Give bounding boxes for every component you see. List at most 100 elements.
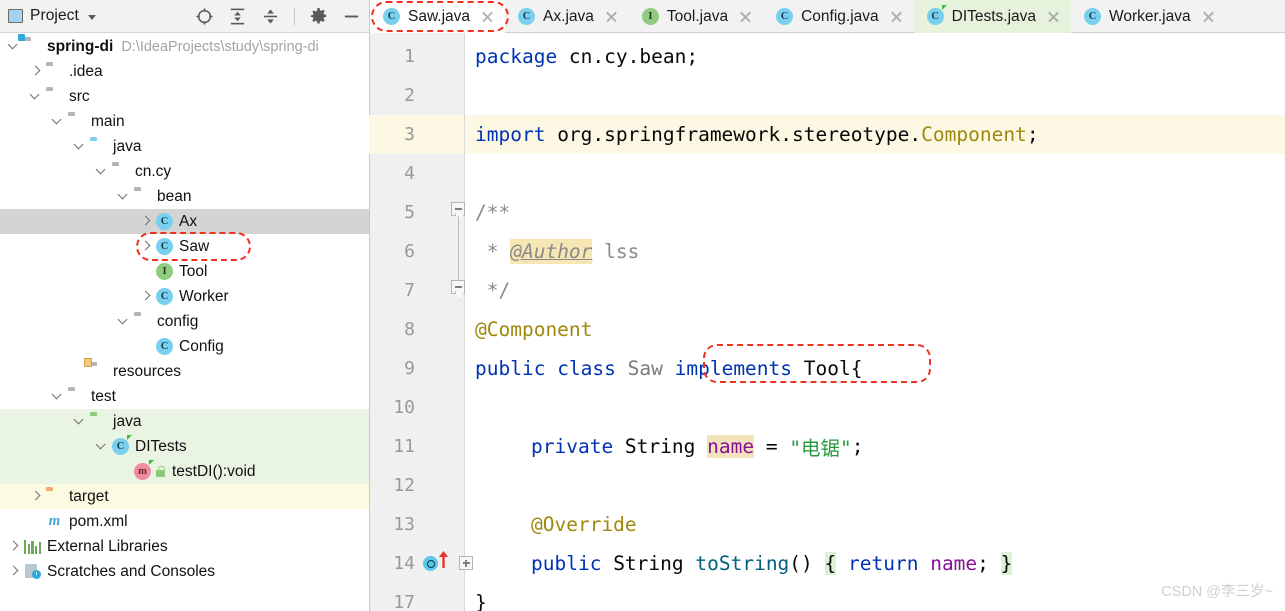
editor-tab-label: Worker.java xyxy=(1109,7,1191,25)
editor-tab-saw-java[interactable]: C Saw.java xyxy=(370,0,506,33)
imported-class: Component xyxy=(921,123,1027,146)
chevron-down-icon[interactable] xyxy=(74,416,85,427)
interface-name-tool: Tool xyxy=(803,357,851,380)
chevron-down-icon[interactable] xyxy=(96,441,107,452)
chevron-right-icon[interactable] xyxy=(140,216,151,227)
chevron-down-icon[interactable] xyxy=(30,91,41,102)
project-title-group[interactable]: Project xyxy=(8,7,96,25)
line-number-7: 7 xyxy=(369,271,464,310)
code-line-background xyxy=(465,193,1285,232)
package-folder-icon xyxy=(134,314,151,329)
type-string: String xyxy=(601,552,696,575)
tree-item-label: cn.cy xyxy=(135,162,172,180)
line-number-5: 5 xyxy=(369,193,464,232)
fold-collapse-icon[interactable] xyxy=(451,202,465,216)
collapse-all-icon[interactable] xyxy=(261,7,280,26)
line-number-8: 8 xyxy=(369,310,464,349)
watermark: CSDN @李三岁~ xyxy=(1161,584,1273,600)
tree-item-bean[interactable]: bean xyxy=(0,184,369,209)
chevron-down-icon[interactable] xyxy=(52,391,63,402)
tree-item-ax[interactable]: C Ax xyxy=(0,209,369,234)
gear-icon[interactable] xyxy=(309,7,328,26)
chevron-right-icon[interactable] xyxy=(8,541,19,552)
close-brace: } xyxy=(1000,552,1013,575)
chevron-down-icon[interactable] xyxy=(118,316,129,327)
chevron-down-icon[interactable] xyxy=(96,166,107,177)
tree-item-src[interactable]: src xyxy=(0,84,369,109)
tree-item-worker[interactable]: C Worker xyxy=(0,284,369,309)
test-method-icon: m xyxy=(134,460,154,480)
chevron-down-icon[interactable] xyxy=(118,191,129,202)
minimize-icon[interactable] xyxy=(342,7,361,26)
editor-gutter[interactable]: 1 2 3 4 5 6 7 8 9 10 11 12 13 14 17 xyxy=(369,33,465,611)
line-number-4: 4 xyxy=(369,154,464,193)
close-icon[interactable] xyxy=(481,10,494,23)
chevron-down-icon[interactable] xyxy=(8,41,19,52)
class-close-brace: } xyxy=(475,591,487,611)
tree-item-cn-cy[interactable]: cn.cy xyxy=(0,159,369,184)
chevron-right-icon[interactable] xyxy=(30,66,41,77)
close-icon[interactable] xyxy=(1047,10,1060,23)
interface-icon: I xyxy=(641,8,659,25)
tree-item-external-libraries[interactable]: External Libraries xyxy=(0,534,369,559)
tree-item--idea[interactable]: .idea xyxy=(0,59,369,84)
editor-tab-config-java[interactable]: C Config.java xyxy=(763,0,914,33)
project-panel-header: Project xyxy=(0,0,369,33)
semicolon: ; xyxy=(851,435,864,458)
editor-tab-tool-java[interactable]: I Tool.java xyxy=(629,0,763,33)
chevron-down-icon[interactable] xyxy=(87,15,96,20)
line-number-3: 3 xyxy=(369,115,464,154)
close-icon[interactable] xyxy=(1202,10,1215,23)
expand-all-icon[interactable] xyxy=(228,7,247,26)
chevron-right-icon[interactable] xyxy=(8,566,19,577)
javadoc-author-tag: @Author xyxy=(510,239,593,264)
line-number-label: 14 xyxy=(393,553,415,574)
tree-item-path: D:\IdeaProjects\study\spring-di xyxy=(121,38,319,55)
tree-item-test[interactable]: test xyxy=(0,384,369,409)
javadoc-star: * xyxy=(475,240,511,263)
tree-item-target[interactable]: target xyxy=(0,484,369,509)
code-line-tostring: public String toString() { return name; … xyxy=(531,544,1013,583)
tree-item-pom-xml[interactable]: m pom.xml xyxy=(0,509,369,534)
chevron-right-icon[interactable] xyxy=(140,291,151,302)
tree-item-testdi-void[interactable]: m testDI():void xyxy=(0,459,369,484)
chevron-down-icon[interactable] xyxy=(52,116,63,127)
tree-item-scratches-and-consoles[interactable]: Scratches and Consoles xyxy=(0,559,369,584)
editor-tab-ditests-java[interactable]: C DITests.java xyxy=(913,0,1072,33)
tree-item-label: config xyxy=(157,312,199,330)
close-icon[interactable] xyxy=(890,10,903,23)
chevron-right-icon[interactable] xyxy=(30,491,41,502)
implementing-method-icon[interactable] xyxy=(423,556,438,571)
tree-item-label: target xyxy=(69,487,109,505)
close-icon[interactable] xyxy=(739,10,752,23)
override-up-arrow-icon[interactable] xyxy=(438,551,449,569)
tree-item-config[interactable]: C Config xyxy=(0,334,369,359)
tree-item-tool[interactable]: I Tool xyxy=(0,259,369,284)
line-number-label: 4 xyxy=(404,163,415,184)
chevron-down-icon[interactable] xyxy=(74,141,85,152)
fold-collapse-icon[interactable] xyxy=(451,280,465,294)
tree-item-saw[interactable]: C Saw xyxy=(0,234,369,259)
tree-item-label: java xyxy=(113,137,142,155)
editor-tab-worker-java[interactable]: C Worker.java xyxy=(1071,0,1226,33)
line-number-10: 10 xyxy=(369,388,464,427)
tree-item-config[interactable]: config xyxy=(0,309,369,334)
class-icon: C xyxy=(383,8,400,25)
editor-tab-ax-java[interactable]: C Ax.java xyxy=(505,0,629,33)
source-root-folder-icon xyxy=(90,139,107,154)
folder-icon xyxy=(18,34,41,54)
tree-item-main[interactable]: main xyxy=(0,109,369,134)
tree-item-java[interactable]: java xyxy=(0,409,369,434)
class-icon: C xyxy=(156,288,173,305)
project-tool-window: Project spring-di D:\IdeaProjects\study\… xyxy=(0,0,370,611)
tree-item-resources[interactable]: resources xyxy=(0,358,369,384)
tree-item-ditests[interactable]: C DITests xyxy=(0,434,369,459)
tree-item-spring-di[interactable]: spring-di D:\IdeaProjects\study\spring-di xyxy=(0,34,369,59)
code-content[interactable]: package cn.cy.bean; import org.springfram… xyxy=(459,33,1285,611)
interface-icon: I xyxy=(156,263,173,280)
locate-icon[interactable] xyxy=(195,7,214,26)
tree-item-java[interactable]: java xyxy=(0,134,369,159)
chevron-right-icon[interactable] xyxy=(140,241,151,252)
close-icon[interactable] xyxy=(605,10,618,23)
